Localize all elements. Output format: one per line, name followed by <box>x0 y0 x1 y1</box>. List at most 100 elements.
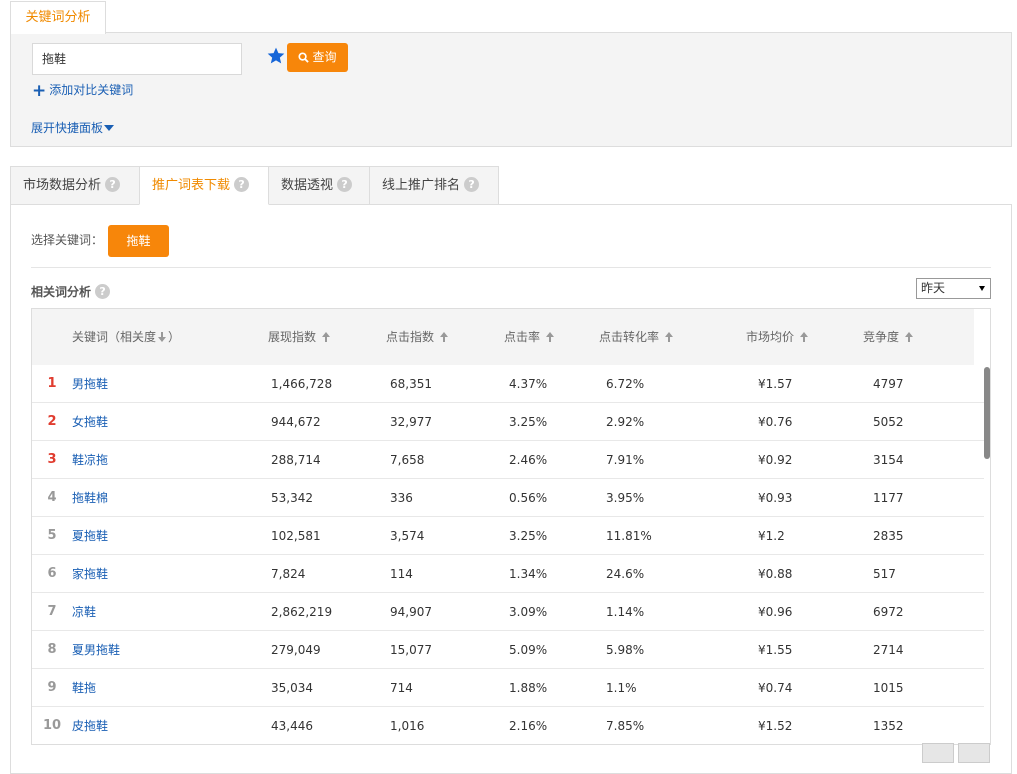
cell-competition: 1177 <box>873 491 904 505</box>
table-row: 3 鞋凉拖 288,714 7,658 2.46% 7.91% ¥0.92 3154 <box>32 441 984 479</box>
keyword-link[interactable]: 拖鞋棉 <box>72 479 108 517</box>
copy-button[interactable] <box>922 743 954 763</box>
header-ctr[interactable]: 点击率 <box>504 309 555 365</box>
help-icon[interactable]: ? <box>337 177 353 192</box>
cell-ctr: 2.46% <box>509 453 548 467</box>
cell-clicks: 3,574 <box>390 529 425 543</box>
select-keyword-label: 选择关键词： <box>31 233 104 247</box>
cell-avg-price: ¥0.74 <box>758 681 793 695</box>
cell-ctr: 3.09% <box>509 605 548 619</box>
header-keyword[interactable]: 关键词（相关度 ） <box>72 309 180 365</box>
cell-ctr: 2.16% <box>509 719 548 733</box>
tab-label: 市场数据分析 <box>23 178 102 193</box>
tab-market-data[interactable]: 市场数据分析? <box>10 166 140 205</box>
expand-label: 展开快捷面板 <box>31 121 104 135</box>
help-icon[interactable]: ? <box>234 177 250 192</box>
keyword-link[interactable]: 家拖鞋 <box>72 555 108 593</box>
sort-up-icon <box>905 332 914 342</box>
cell-impressions: 1,466,728 <box>271 377 333 391</box>
sort-up-icon <box>440 332 449 342</box>
cell-clicks: 114 <box>390 567 413 581</box>
cell-ctr: 1.34% <box>509 567 548 581</box>
cell-cvr: 7.85% <box>606 719 645 733</box>
rank-number: 8 <box>47 642 57 657</box>
header-avg-price[interactable]: 市场均价 <box>746 309 809 365</box>
keyword-link[interactable]: 夏男拖鞋 <box>72 631 120 669</box>
rank-number: 7 <box>47 604 57 619</box>
cell-clicks: 94,907 <box>390 605 432 619</box>
cell-competition: 5052 <box>873 415 904 429</box>
keyword-input[interactable]: 拖鞋 <box>32 43 242 75</box>
cell-avg-price: ¥0.93 <box>758 491 793 505</box>
header-clicks[interactable]: 点击指数 <box>386 309 449 365</box>
header-cvr[interactable]: 点击转化率 <box>599 309 674 365</box>
selected-keyword-chip[interactable]: 拖鞋 <box>108 225 169 257</box>
cell-ctr: 1.88% <box>509 681 548 695</box>
cell-competition: 1352 <box>873 719 904 733</box>
tab-data-pivot[interactable]: 数据透视? <box>268 166 370 205</box>
search-icon <box>298 52 310 63</box>
vertical-scrollbar[interactable] <box>984 365 990 744</box>
header-competition[interactable]: 竞争度 <box>863 309 914 365</box>
keyword-link[interactable]: 男拖鞋 <box>72 365 108 403</box>
table-row: 1 男拖鞋 1,466,728 68,351 4.37% 6.72% ¥1.57 4797 <box>32 365 984 403</box>
cell-impressions: 43,446 <box>271 719 313 733</box>
table-row: 5 夏拖鞋 102,581 3,574 3.25% 11.81% ¥1.2 2835 <box>32 517 984 555</box>
date-select-value: 昨天 <box>921 281 946 295</box>
header-label: 市场均价 <box>746 330 795 344</box>
keyword-link[interactable]: 鞋凉拖 <box>72 441 108 479</box>
cell-ctr: 0.56% <box>509 491 548 505</box>
cell-cvr: 11.81% <box>606 529 652 543</box>
help-icon[interactable]: ? <box>464 177 480 192</box>
rank-number: 6 <box>47 566 57 581</box>
star-icon[interactable] <box>266 46 286 66</box>
table-row: 2 女拖鞋 944,672 32,977 3.25% 2.92% ¥0.76 5052 <box>32 403 984 441</box>
cell-avg-price: ¥1.2 <box>758 529 785 543</box>
main-panel: 选择关键词： 拖鞋 相关词分析? 昨天 关键词（相关度 ） 展现指数 点击指数 点… <box>10 204 1012 774</box>
cell-clicks: 1,016 <box>390 719 425 733</box>
tab-online-ranking[interactable]: 线上推广排名? <box>369 166 499 205</box>
header-impressions[interactable]: 展现指数 <box>268 309 331 365</box>
cell-ctr: 4.37% <box>509 377 548 391</box>
scrollbar-thumb[interactable] <box>984 367 990 459</box>
cell-ctr: 3.25% <box>509 529 548 543</box>
cell-competition: 3154 <box>873 453 904 467</box>
search-panel: 拖鞋 查询 + 添加对比关键词 展开快捷面板 <box>10 32 1012 147</box>
rank-number: 1 <box>47 376 57 391</box>
table-header: 关键词（相关度 ） 展现指数 点击指数 点击率 点击转化率 市场均价 竞争度 <box>32 309 990 365</box>
keyword-link[interactable]: 夏拖鞋 <box>72 517 108 555</box>
cell-avg-price: ¥1.52 <box>758 719 793 733</box>
query-label: 查询 <box>312 50 337 64</box>
help-icon[interactable]: ? <box>95 284 111 299</box>
table-body: 1 男拖鞋 1,466,728 68,351 4.37% 6.72% ¥1.57 4797 2 女… <box>32 365 984 744</box>
sort-up-icon <box>800 332 809 342</box>
cell-competition: 2714 <box>873 643 904 657</box>
query-button[interactable]: 查询 <box>287 43 348 72</box>
add-compare-label: 添加对比关键词 <box>49 83 134 97</box>
table-row: 7 凉鞋 2,862,219 94,907 3.09% 1.14% ¥0.96 6972 <box>32 593 984 631</box>
keyword-link[interactable]: 皮拖鞋 <box>72 707 108 744</box>
cell-cvr: 1.1% <box>606 681 637 695</box>
date-select[interactable]: 昨天 <box>916 278 991 299</box>
divider <box>31 267 991 268</box>
expand-quick-panel-link[interactable]: 展开快捷面板 <box>31 119 115 136</box>
tab-promo-wordlist[interactable]: 推广词表下载? <box>139 166 269 205</box>
keyword-link[interactable]: 鞋拖 <box>72 669 96 707</box>
cell-cvr: 7.91% <box>606 453 645 467</box>
download-button[interactable] <box>958 743 990 763</box>
keyword-link[interactable]: 凉鞋 <box>72 593 96 631</box>
tab-label: 数据透视 <box>281 178 334 193</box>
tab-keyword-analysis[interactable]: 关键词分析 <box>10 1 106 34</box>
dropdown-arrow-icon <box>979 286 985 291</box>
help-icon[interactable]: ? <box>105 177 121 192</box>
related-words-table: 关键词（相关度 ） 展现指数 点击指数 点击率 点击转化率 市场均价 竞争度 1男… <box>31 308 991 745</box>
sort-up-icon <box>322 332 331 342</box>
cell-competition: 4797 <box>873 377 904 391</box>
header-label: 点击转化率 <box>599 330 660 344</box>
cell-cvr: 24.6% <box>606 567 645 581</box>
cell-avg-price: ¥0.96 <box>758 605 793 619</box>
rank-number: 4 <box>47 490 57 505</box>
add-compare-keyword-link[interactable]: + 添加对比关键词 <box>32 81 133 101</box>
header-keyword-label: 关键词（相关度 <box>72 330 157 344</box>
keyword-link[interactable]: 女拖鞋 <box>72 403 108 441</box>
